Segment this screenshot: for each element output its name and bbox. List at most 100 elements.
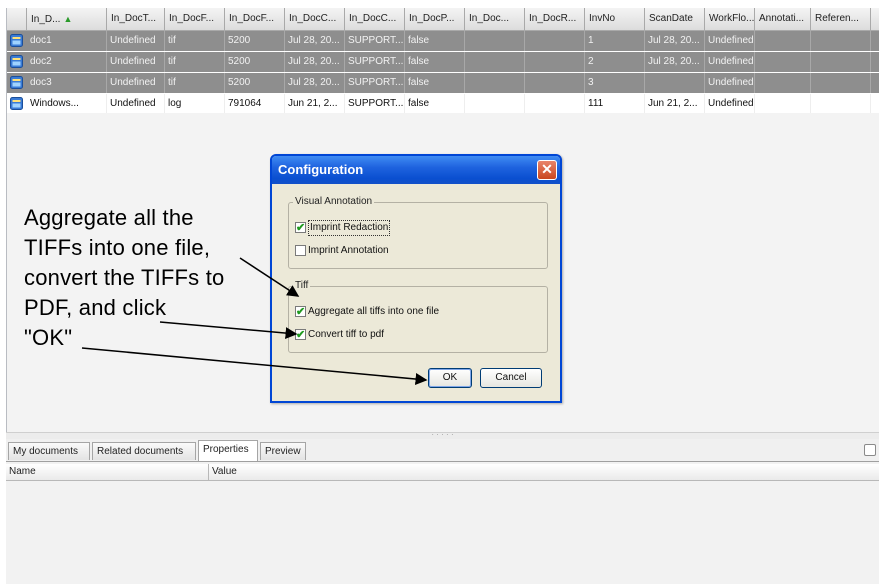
column-header[interactable]: In_D... ▲: [27, 8, 107, 30]
table-cell: 791064: [225, 94, 285, 114]
column-header[interactable]: ScanDate: [645, 8, 705, 30]
instruction-callout: Aggregate all the TIFFs into one file, c…: [24, 203, 224, 353]
table-cell: [811, 94, 871, 114]
table-cell: [811, 31, 871, 51]
table-row[interactable]: doc3 Undefined tif 5200 Jul 28, 20... SUPPORT…: [7, 73, 879, 93]
dialog-titlebar[interactable]: Configuration ✕: [272, 156, 560, 184]
column-header-label: In_DocC...: [349, 13, 397, 24]
column-header[interactable]: In_DocC...: [285, 8, 345, 30]
document-icon: [10, 97, 23, 110]
cancel-button[interactable]: Cancel: [480, 368, 542, 388]
table-cell: [465, 73, 525, 93]
ok-button[interactable]: OK: [428, 368, 472, 388]
table-cell: 3: [585, 73, 645, 93]
document-icon: [10, 34, 23, 47]
name-column-header[interactable]: Name: [6, 464, 209, 480]
table-cell: Windows...: [27, 94, 107, 114]
column-header[interactable]: Referen...: [811, 8, 871, 30]
callout-line: "OK": [24, 325, 73, 350]
tiff-legend: Tiff: [293, 280, 311, 291]
column-header-label: Annotati...: [759, 13, 805, 24]
table-cell: [465, 94, 525, 114]
column-header-label: In_D...: [31, 14, 61, 25]
checkbox-unchecked-icon[interactable]: [295, 245, 306, 256]
table-cell: 5200: [225, 73, 285, 93]
dialog-title: Configuration: [278, 162, 364, 177]
column-header[interactable]: Annotati...: [755, 8, 811, 30]
checkbox-checked-icon[interactable]: [295, 304, 306, 320]
imprint-redaction-checkbox[interactable]: Imprint Redaction: [295, 220, 495, 236]
table-cell: Jul 28, 20...: [285, 52, 345, 72]
grid-header: In_D... ▲ In_DocT... In_DocF... In_DocF... In…: [7, 8, 879, 31]
visual-annotation-legend: Visual Annotation: [293, 196, 375, 207]
imprint-redaction-label: Imprint Redaction: [308, 220, 391, 236]
callout-line: TIFFs into one file,: [24, 235, 211, 260]
column-header[interactable]: WorkFlo...: [705, 8, 755, 30]
table-cell: tif: [165, 31, 225, 51]
table-cell: SUPPORT...: [345, 31, 405, 51]
table-cell: Undefined: [107, 31, 165, 51]
table-cell: Undefined: [705, 52, 755, 72]
table-cell: Jul 28, 20...: [645, 31, 705, 51]
column-header-label: In_DocR...: [529, 13, 577, 24]
table-cell: false: [405, 52, 465, 72]
column-header[interactable]: InvNo: [585, 8, 645, 30]
table-cell: doc3: [27, 73, 107, 93]
table-cell: false: [405, 73, 465, 93]
table-cell: 2: [585, 52, 645, 72]
column-header-label: ScanDate: [649, 13, 693, 24]
properties-table: Name Value: [6, 462, 879, 584]
column-header-label: In_DocF...: [229, 13, 275, 24]
table-cell: 1: [585, 31, 645, 51]
properties-header: Name Value: [6, 464, 879, 481]
maximize-panel-icon[interactable]: [864, 444, 876, 456]
value-column-header[interactable]: Value: [209, 464, 879, 480]
table-cell: [525, 31, 585, 51]
table-cell: log: [165, 94, 225, 114]
column-header-label: In_DocP...: [409, 13, 455, 24]
table-cell: [525, 52, 585, 72]
column-header[interactable]: In_DocT...: [107, 8, 165, 30]
sort-ascending-icon[interactable]: ▲: [63, 14, 72, 24]
tiff-group: Tiff Aggregate all tiffs into one file C…: [288, 280, 548, 353]
visual-annotation-group: Visual Annotation Imprint Redaction Impr…: [288, 196, 548, 269]
convert-tiff-label: Convert tiff to pdf: [308, 329, 384, 340]
table-cell: [465, 52, 525, 72]
table-cell: Jun 21, 2...: [285, 94, 345, 114]
imprint-annotation-checkbox[interactable]: Imprint Annotation: [295, 243, 495, 259]
table-cell: Undefined: [705, 31, 755, 51]
table-cell: [811, 73, 871, 93]
table-cell: Undefined: [705, 73, 755, 93]
column-header[interactable]: In_Doc...: [465, 8, 525, 30]
document-icon: [10, 55, 23, 68]
column-header-label: Referen...: [815, 13, 859, 24]
tab-preview[interactable]: Preview: [260, 442, 306, 460]
document-manager-window: In_D... ▲ In_DocT... In_DocF... In_DocF... In…: [0, 0, 879, 584]
column-header[interactable]: In_DocF...: [225, 8, 285, 30]
column-header[interactable]: In_DocF...: [165, 8, 225, 30]
column-header[interactable]: In_DocC...: [345, 8, 405, 30]
configuration-dialog: Configuration ✕ Visual Annotation Imprin…: [270, 154, 562, 403]
column-header[interactable]: In_DocR...: [525, 8, 585, 30]
table-cell: [755, 94, 811, 114]
column-header-label: In_DocC...: [289, 13, 337, 24]
tab-properties[interactable]: Properties: [198, 440, 258, 461]
table-cell: SUPPORT...: [345, 94, 405, 114]
row-selector-header[interactable]: [7, 8, 27, 30]
table-row[interactable]: doc2 Undefined tif 5200 Jul 28, 20... SUPPORT…: [7, 52, 879, 72]
checkbox-checked-icon[interactable]: [295, 220, 306, 236]
table-cell: 111: [585, 94, 645, 114]
tab-related-documents[interactable]: Related documents: [92, 442, 196, 460]
callout-line: convert the TIFFs to: [24, 265, 225, 290]
table-row[interactable]: Windows... Undefined log 791064 Jun 21, 2...…: [7, 94, 879, 115]
checkbox-checked-icon[interactable]: [295, 327, 306, 343]
table-cell: doc2: [27, 52, 107, 72]
close-icon[interactable]: ✕: [537, 160, 557, 180]
table-cell: SUPPORT...: [345, 52, 405, 72]
aggregate-tiffs-checkbox[interactable]: Aggregate all tiffs into one file: [295, 304, 535, 320]
column-header-label: In_Doc...: [469, 13, 510, 24]
tab-my-documents[interactable]: My documents: [8, 442, 90, 460]
convert-tiff-checkbox[interactable]: Convert tiff to pdf: [295, 327, 495, 343]
column-header[interactable]: In_DocP...: [405, 8, 465, 30]
table-row[interactable]: doc1 Undefined tif 5200 Jul 28, 20... SUPPORT…: [7, 31, 879, 51]
